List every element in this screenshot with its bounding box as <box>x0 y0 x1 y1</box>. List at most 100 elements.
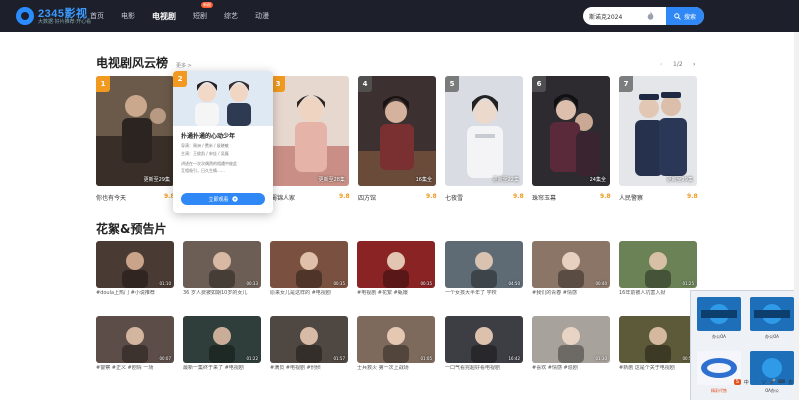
episode-status: 24集全 <box>589 177 606 183</box>
trailer-caption[interactable]: #警察 #正义 #剧情 一场 <box>96 365 176 372</box>
ime-logo-icon[interactable]: S <box>734 379 741 385</box>
trailer-caption[interactable]: #我们的青春 #情感 <box>532 290 612 297</box>
ranking-pager: ‹ 1/2 › <box>660 61 700 71</box>
ranking-card[interactable]: 1 更新至29集 <box>96 76 174 186</box>
show-preview-popover[interactable]: 2 扑通扑通的心动少年 导演：周洲 / 费米 / 侯晓敏 主演：王俊凯 / 宋佳… <box>173 71 273 213</box>
rank-badge: 5 <box>445 76 459 92</box>
poster-image <box>96 76 174 186</box>
widget-app-ecommerce[interactable]: 精彩代售 <box>693 347 745 399</box>
site-logo[interactable]: 2345影视 大数据·好片推荐·开心看 <box>16 5 91 27</box>
ime-punct[interactable]: · <box>752 379 759 385</box>
video-duration: 00:33 <box>246 281 258 286</box>
ranking-title[interactable]: 人民警察 <box>619 193 643 202</box>
ranking-title[interactable]: 七夜雪 <box>445 193 463 202</box>
trailer-caption[interactable]: 一个女孩大半年了 学校 <box>445 290 525 297</box>
video-duration: 01:30 <box>595 356 607 361</box>
ime-skin[interactable]: 衣 <box>787 379 794 386</box>
microphone-icon[interactable]: 🎤 <box>769 379 776 385</box>
widget-app-oa-3[interactable]: OA办公 <box>746 347 798 399</box>
trailer-thumbnail[interactable]: 00:40 <box>532 241 610 288</box>
trailer-thumbnail[interactable]: 00:35 <box>357 241 435 288</box>
page-scrollbar[interactable] <box>794 32 799 400</box>
widget-app-oa-2[interactable]: 办公OA <box>746 293 798 345</box>
ranking-title[interactable]: 珠帘玉幕 <box>532 193 556 202</box>
popover-synopsis-line-2: 互相吸引，日久生情…… <box>181 168 225 173</box>
trailer-caption[interactable]: #doula上热门 #小说推荐 <box>96 290 176 297</box>
nav-item-tv[interactable]: 电视剧 <box>152 11 176 22</box>
trailer-thumbnail[interactable]: 00:35 <box>270 241 348 288</box>
widget-app-label: 精彩代售 <box>711 388 727 393</box>
trailer-thumbnail[interactable]: 01:57 <box>270 316 348 363</box>
trailer-caption[interactable]: 16年前被人坑害入狱 <box>619 290 699 297</box>
pager-prev-button[interactable]: ‹ <box>660 61 662 68</box>
search-input[interactable] <box>589 7 649 25</box>
trailer-thumbnail[interactable]: 01:30 <box>532 316 610 363</box>
video-duration: 00:35 <box>333 281 345 286</box>
trailer-thumbnail[interactable]: 04:50 <box>445 241 523 288</box>
trailer-thumbnail[interactable]: 01:10 <box>96 241 174 288</box>
trailer-thumbnail[interactable]: 01:22 <box>183 316 261 363</box>
popover-cast: 主演：王俊凯 / 宋佳 / 吴磊 <box>181 151 229 156</box>
episode-status: 更新至29集 <box>143 177 170 183</box>
video-duration: 00:40 <box>595 281 607 286</box>
ranking-card[interactable]: 4 16集全 <box>358 76 436 186</box>
trailer-caption[interactable]: 士兵救火 第一次上战场 <box>357 365 437 372</box>
logo-icon <box>16 7 34 25</box>
ranking-title[interactable]: 蜀锦人家 <box>271 193 295 202</box>
episode-status: 16集全 <box>415 177 432 183</box>
ranking-title[interactable]: 四方馆 <box>358 193 376 202</box>
search-button[interactable]: 搜索 <box>666 7 704 25</box>
episode-status: 更新至22集 <box>492 177 519 183</box>
nav-item-anime[interactable]: 动漫 <box>255 11 269 21</box>
ranking-card[interactable]: 5 更新至22集 <box>445 76 523 186</box>
trailer-thumbnail[interactable]: 01:25 <box>619 241 697 288</box>
rank-badge: 6 <box>532 76 546 92</box>
trailer-caption[interactable]: #新剧 这是个关于电视剧 <box>619 365 699 372</box>
trailer-thumbnail[interactable]: 01:05 <box>357 316 435 363</box>
pager-next-button[interactable]: › <box>693 61 695 68</box>
ranking-title[interactable]: 你也有今天 <box>96 193 126 202</box>
trailer-caption[interactable]: #电视剧 #花絮 #甄嬛 <box>357 290 437 297</box>
watch-now-button[interactable]: 立即观看 <box>181 193 265 205</box>
popover-title: 扑通扑通的心动少年 <box>181 133 236 140</box>
search-button-label: 搜索 <box>683 13 696 21</box>
poster-image <box>619 76 697 186</box>
logo-slogan: 大数据·好片推荐·开心看 <box>38 19 92 25</box>
pager-page-number: 1/2 <box>673 61 683 68</box>
trailer-caption[interactable]: #喜欢 #情感 #追剧 <box>532 365 612 372</box>
ranking-card[interactable]: 3 更新至28集 <box>271 76 349 186</box>
nav-item-variety[interactable]: 综艺 <box>224 11 238 21</box>
trailer-caption[interactable]: 原来女儿是这样的 #电视剧 <box>270 290 350 297</box>
trailer-caption[interactable]: #满员 #电视剧 #刑侦 <box>270 365 350 372</box>
trailer-thumbnail[interactable]: 00:33 <box>183 241 261 288</box>
trailers-section-title: 花絮&预告片 <box>96 222 167 236</box>
ranking-more-link[interactable]: 更多 > <box>176 62 192 69</box>
trailer-thumbnail[interactable]: 16:42 <box>445 316 523 363</box>
widget-app-oa[interactable]: 办公OA <box>693 293 745 345</box>
poster-image <box>532 76 610 186</box>
trailer-thumbnail[interactable]: 00:52 <box>619 316 697 363</box>
poster-image <box>358 76 436 186</box>
nav-item-short-drama[interactable]: 短剧 新剧 <box>193 2 213 21</box>
keyboard-icon[interactable]: ⌨ <box>778 379 785 385</box>
rank-badge: 1 <box>96 76 110 92</box>
ranking-score: 9.8 <box>339 193 350 200</box>
trailer-caption[interactable]: 最新一集终于来了 #电视剧 <box>183 365 263 372</box>
ranking-card[interactable]: 7 更新至29集 <box>619 76 697 186</box>
search-icon <box>674 12 681 20</box>
top-nav-bar: 2345影视 大数据·好片推荐·开心看 首页 电影 电视剧 短剧 新剧 综艺 动… <box>0 0 799 32</box>
ime-emoji[interactable]: ソ <box>760 379 767 386</box>
trailer-caption[interactable]: 36 岁人费被如期10岁的女儿 <box>183 290 263 297</box>
ranking-card[interactable]: 6 24集全 <box>532 76 610 186</box>
trailer-caption[interactable]: 一口气看完超好看电视剧 <box>445 365 525 372</box>
rank-badge: 3 <box>271 76 285 92</box>
nav-item-movies[interactable]: 电影 <box>121 11 135 21</box>
nav-item-home[interactable]: 首页 <box>90 11 104 21</box>
trailer-thumbnail[interactable]: 00:07 <box>96 316 174 363</box>
poster-image <box>271 76 349 186</box>
ime-mode[interactable]: 中 <box>743 379 750 386</box>
popover-poster <box>173 71 273 126</box>
episode-status: 更新至28集 <box>318 177 345 183</box>
ime-toolbar: S 中 · ソ 🎤 ⌨ 衣 <box>734 377 794 387</box>
watch-now-label: 立即观看 <box>208 196 229 203</box>
